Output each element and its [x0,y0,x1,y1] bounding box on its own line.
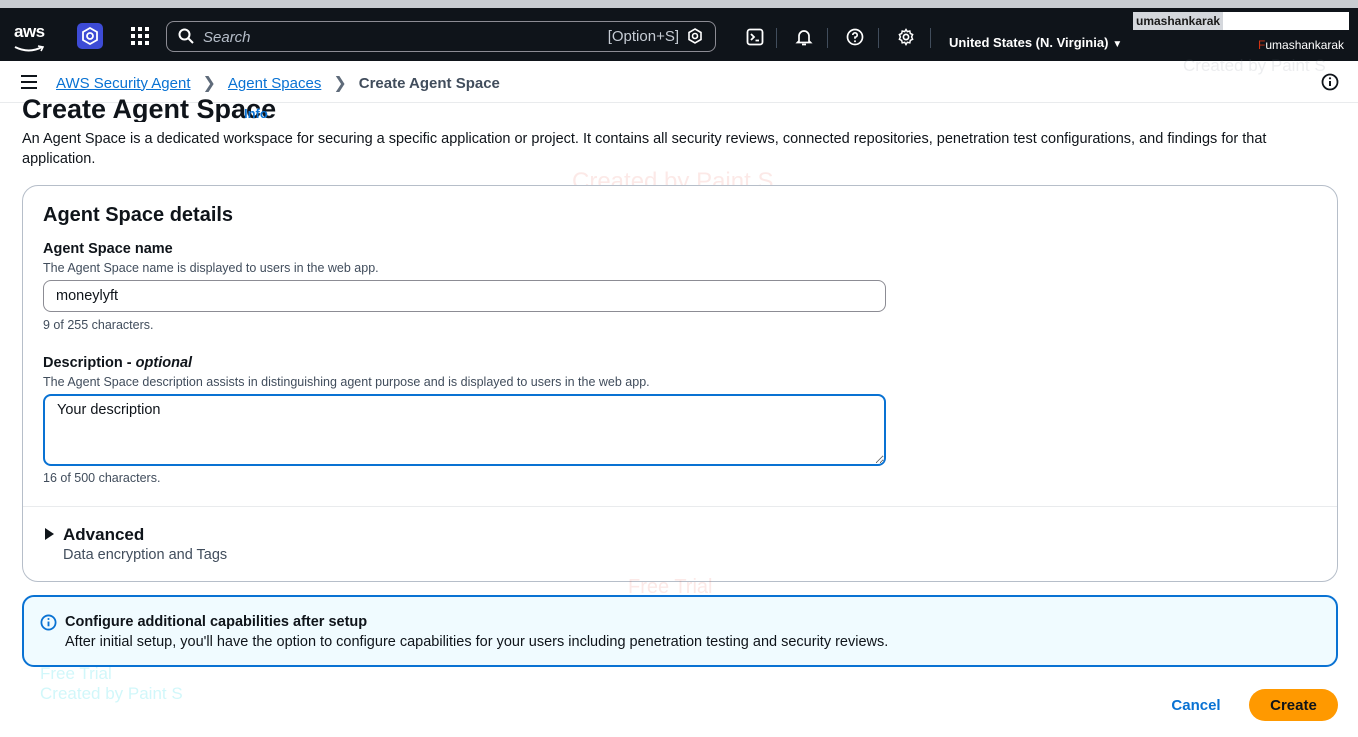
watermark-text: Free Trial [40,664,112,683]
name-field-label: Agent Space name [43,241,173,257]
info-icon[interactable] [1321,73,1339,91]
description-field-hint: The Agent Space description assists in d… [43,375,650,389]
section-title: Agent Space details [43,204,234,226]
info-alert: Configure additional capabilities after … [22,595,1338,667]
description-char-count: 16 of 500 characters. [43,471,161,485]
search-icon [178,28,194,44]
notifications-button[interactable] [786,23,822,51]
cancel-button[interactable]: Cancel [1160,690,1232,720]
create-button[interactable]: Create [1249,689,1338,721]
account-menu[interactable]: umashankarak Fumashankarak [1133,12,1358,61]
caret-down-icon: ▼ [1112,39,1123,50]
divider [23,506,1337,507]
help-icon [846,28,864,46]
aws-logo[interactable]: aws [14,22,48,52]
watermark-text: Created by Paint S [40,684,183,703]
account-username: Fumashankarak [1258,38,1345,52]
page-description: An Agent Space is a dedicated workspace … [22,131,1267,167]
region-label: United States (N. Virginia) [949,35,1109,50]
advanced-section-toggle[interactable]: Advanced [63,525,144,545]
search-input[interactable] [203,27,583,47]
security-agent-service-icon[interactable] [77,23,103,49]
region-selector[interactable]: United States (N. Virginia) ▼ [949,35,1122,50]
account-id-label: umashankarak [1133,12,1224,30]
description-textarea[interactable]: Your description [43,394,886,466]
info-link[interactable]: Info [244,106,268,121]
name-char-count: 9 of 255 characters. [43,318,154,332]
aws-smile-icon [14,45,45,52]
bell-icon [795,30,813,46]
agent-space-name-input[interactable] [43,280,886,312]
alert-body: After initial setup, you'll have the opt… [65,634,889,650]
cloudshell-button[interactable] [737,23,773,51]
settings-button[interactable] [888,23,924,51]
advanced-section-subtitle: Data encryption and Tags [63,547,228,563]
redacted-area [1223,12,1349,30]
caret-right-icon[interactable] [45,528,54,540]
name-field-hint: The Agent Space name is displayed to use… [43,261,379,275]
info-icon [40,614,57,631]
agent-space-details-container: Agent Space details Agent Space name The… [22,185,1338,582]
aws-logo-text: aws [14,22,45,41]
description-field-label: Description - optional [43,355,193,371]
breadcrumb-current: Create Agent Space [358,74,500,92]
gear-icon [898,28,914,46]
amazon-q-icon[interactable] [687,28,703,44]
menu-icon[interactable] [21,75,37,89]
apps-grid-icon[interactable] [131,27,149,45]
chevron-right-icon: ❯ [202,75,216,92]
global-search[interactable]: [Option+S] [166,21,716,52]
chevron-right-icon: ❯ [333,75,347,92]
breadcrumb: AWS Security Agent ❯ Agent Spaces ❯ Crea… [56,73,500,93]
search-shortcut-hint: [Option+S] [607,28,679,45]
page-title: Create Agent Space [22,94,277,122]
breadcrumb-security-agent[interactable]: AWS Security Agent [56,75,191,92]
breadcrumb-agent-spaces[interactable]: Agent Spaces [228,75,321,92]
help-button[interactable] [837,23,873,51]
alert-title: Configure additional capabilities after … [65,614,368,630]
cloudshell-icon [746,28,764,46]
